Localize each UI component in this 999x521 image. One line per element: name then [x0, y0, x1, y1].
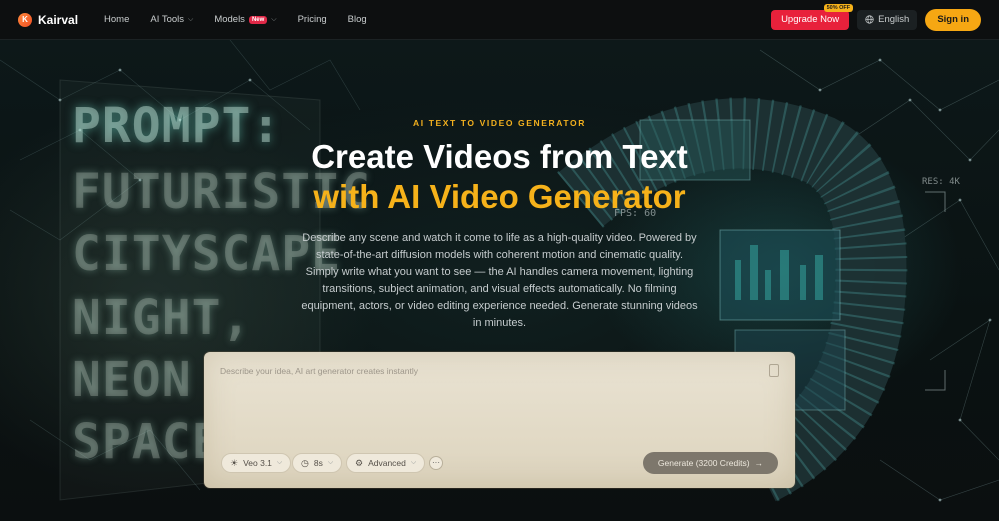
chevron-down-icon: ⌵ — [188, 15, 194, 23]
new-badge: New — [248, 15, 268, 24]
nav-link-label: Blog — [347, 14, 367, 25]
arrow-right-icon: → — [754, 458, 764, 468]
nav-link-label: Models — [214, 14, 245, 25]
prompt-input[interactable] — [220, 366, 760, 446]
duration-selector[interactable]: ◷ 8s ⌵ — [292, 453, 343, 473]
model-label: Veo 3.1 — [243, 458, 272, 468]
nav-link-blog[interactable]: Blog — [348, 14, 367, 25]
title-line-2: with AI Video Generator — [313, 178, 686, 215]
clipboard-icon[interactable] — [769, 364, 779, 377]
hero-eyebrow: AI TEXT TO VIDEO GENERATOR — [413, 118, 586, 128]
brand-name: Kairval — [38, 12, 79, 27]
brand-logo[interactable]: K Kairval — [18, 12, 79, 27]
advanced-settings-button[interactable]: ⚙ Advanced ⌵ — [346, 453, 426, 473]
nav-link-label: AI Tools — [150, 14, 184, 25]
nav-actions: Upgrade Now 50% OFF English Sign in — [771, 3, 981, 31]
bg-prompt-word: NIGHT, — [72, 290, 252, 346]
generate-label: Generate (3200 Credits) — [657, 458, 750, 468]
logo-icon: K — [18, 12, 32, 27]
chevron-down-icon: ⌵ — [271, 15, 277, 23]
model-selector[interactable]: ☀ Veo 3.1 ⌵ — [221, 453, 292, 473]
model-logo-icon: ☀ — [230, 457, 239, 468]
nav-link-home[interactable]: Home — [104, 14, 129, 25]
sign-in-button[interactable]: Sign in — [925, 8, 981, 31]
upgrade-label: Upgrade Now — [781, 14, 840, 25]
chevron-down-icon: ⌵ — [327, 459, 334, 466]
bg-prompt-word: SPACE — [72, 414, 222, 470]
hero-description: Describe any scene and watch it come to … — [301, 232, 698, 329]
nav-links: Home AI Tools ⌵ Models New ⌵ Pricing Blo… — [104, 14, 388, 25]
duration-label: 8s — [313, 458, 323, 468]
more-options-button[interactable]: ··· — [429, 456, 443, 470]
generate-button[interactable]: Generate (3200 Credits) → — [643, 452, 778, 474]
top-navbar: K Kairval Home AI Tools ⌵ Models New ⌵ P… — [0, 0, 999, 40]
language-label: English — [878, 14, 910, 25]
nav-link-label: Pricing — [297, 14, 327, 25]
nav-link-models[interactable]: Models New ⌵ — [214, 14, 276, 25]
clock-icon: ◷ — [301, 457, 309, 468]
page-title: Create Videos from Text with AI Video Ge… — [0, 137, 999, 217]
upgrade-button[interactable]: Upgrade Now 50% OFF — [771, 3, 854, 30]
language-selector[interactable]: English — [857, 9, 918, 30]
globe-icon — [865, 15, 874, 24]
discount-badge: 50% OFF — [823, 3, 854, 12]
gear-icon: ⚙ — [355, 457, 364, 468]
bg-prompt-word: NEON — [72, 352, 192, 408]
nav-link-pricing[interactable]: Pricing — [298, 14, 327, 25]
title-line-1: Create Videos from Text — [311, 138, 688, 175]
nav-link-label: Home — [104, 14, 130, 25]
nav-link-ai-tools[interactable]: AI Tools ⌵ — [150, 14, 193, 25]
chevron-down-icon: ⌵ — [410, 459, 417, 466]
advanced-label: Advanced — [368, 458, 406, 468]
chevron-down-icon: ⌵ — [276, 459, 283, 466]
